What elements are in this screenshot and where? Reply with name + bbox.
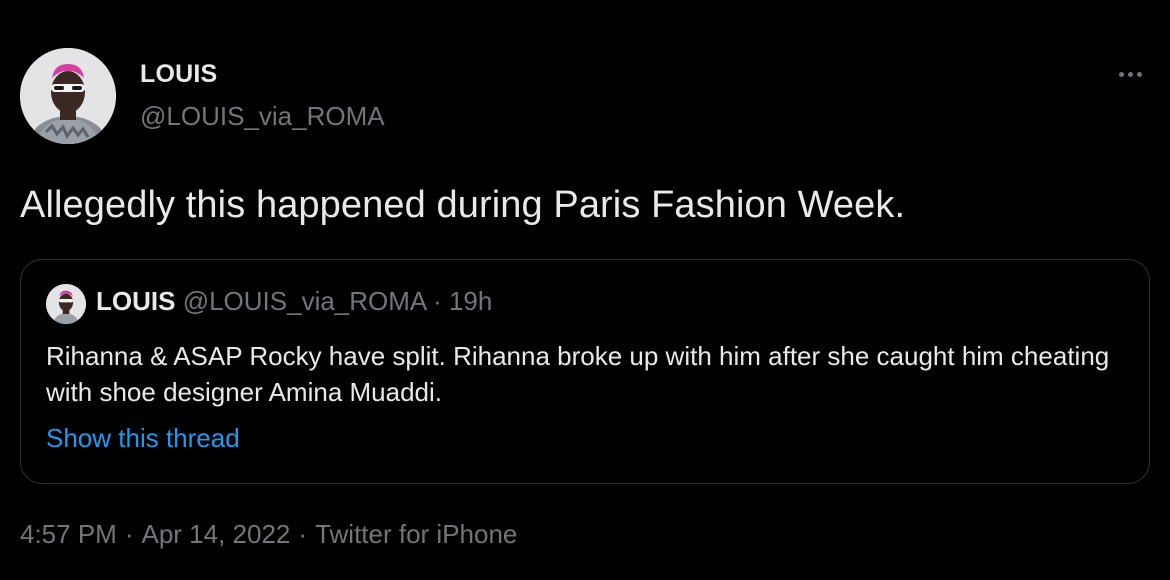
show-thread-link[interactable]: Show this thread [46,423,240,454]
more-dot [1127,71,1133,77]
quoted-separator: · [433,286,442,316]
quoted-header: LOUIS @LOUIS_via_ROMA · 19h [96,286,492,317]
more-dot [1136,71,1142,77]
tweet-time[interactable]: 4:57 PM [20,519,117,549]
meta-separator: · [124,519,134,549]
tweet-date[interactable]: Apr 14, 2022 [142,519,291,549]
author-name[interactable]: LOUIS [140,60,217,89]
author-handle[interactable]: @LOUIS_via_ROMA [140,101,385,132]
avatar-image [20,48,116,144]
quoted-author-handle: @LOUIS_via_ROMA [182,286,426,316]
quoted-avatar [46,284,86,324]
avatar[interactable] [20,48,116,144]
tweet-source[interactable]: Twitter for iPhone [315,519,517,549]
tweet-meta: 4:57 PM · Apr 14, 2022 · Twitter for iPhone [20,519,517,550]
quoted-avatar-image [46,284,86,324]
tweet-text: Allegedly this happened during Paris Fas… [20,184,906,226]
tweet: LOUIS @LOUIS_via_ROMA Allegedly this hap… [0,0,1170,580]
more-dot [1118,71,1124,77]
more-horizontal-icon[interactable] [1112,60,1148,88]
quoted-tweet[interactable]: LOUIS @LOUIS_via_ROMA · 19h Rihanna & AS… [20,259,1150,484]
quoted-text: Rihanna & ASAP Rocky have split. Rihanna… [46,341,1110,407]
quoted-author-name: LOUIS [96,286,176,316]
quoted-time: 19h [448,286,493,316]
meta-separator: · [298,519,308,549]
